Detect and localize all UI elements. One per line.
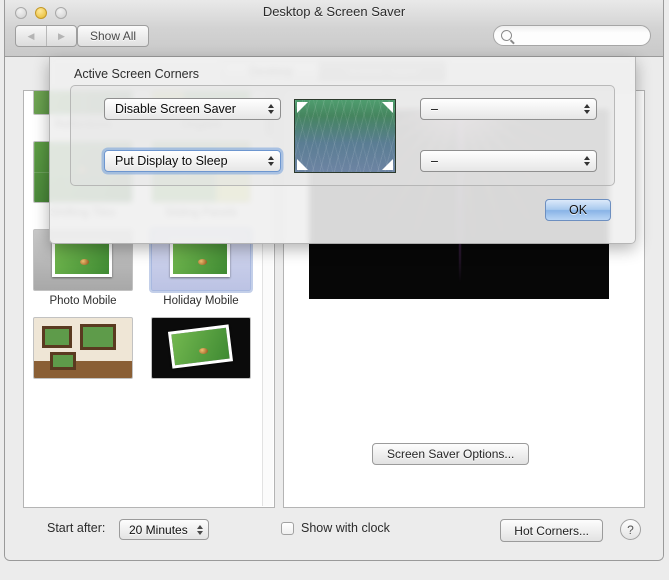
start-after-value: 20 Minutes <box>129 522 188 537</box>
screen-saver-thumbnail <box>151 317 251 379</box>
page-title: Desktop & Screen Saver <box>262 4 406 19</box>
list-item[interactable] <box>142 311 260 387</box>
list-item[interactable] <box>24 311 142 387</box>
ladybug-icon <box>198 258 208 265</box>
screen-saver-thumbnail <box>33 317 133 379</box>
stepper-arrows-icon <box>584 104 590 114</box>
corner-popup-bottom-right-value: – <box>431 154 438 168</box>
stepper-arrows-icon <box>268 104 274 114</box>
wall-picture <box>50 352 76 370</box>
wall-picture <box>42 326 72 348</box>
corner-popup-bottom-right[interactable]: – <box>420 150 597 172</box>
wall-picture <box>80 324 116 350</box>
start-after-label: Start after: <box>47 521 106 535</box>
show-with-clock-checkbox[interactable] <box>281 521 294 535</box>
show-with-clock-row[interactable]: Show with clock <box>281 521 390 535</box>
photo-stack <box>167 324 233 369</box>
corner-marker-bottom-right-icon <box>382 159 393 170</box>
search-icon <box>501 30 512 41</box>
show-all-button[interactable]: Show All <box>77 25 150 47</box>
navigation-buttons: ◀ ▶ <box>15 25 77 47</box>
ladybug-icon <box>80 258 90 265</box>
corner-popup-top-right[interactable]: – <box>420 98 597 120</box>
list-item-label: Photo Mobile <box>49 295 117 307</box>
active-screen-corners-sheet: Active Screen Corners Disable Screen Sav… <box>49 57 636 244</box>
sheet-title: Active Screen Corners <box>74 67 200 81</box>
screen-saver-options-button[interactable]: Screen Saver Options... <box>372 443 530 465</box>
corner-marker-bottom-left-icon <box>297 159 308 170</box>
window-titlebar: Desktop & Screen Saver ◀ ▶ Show All <box>5 0 663 57</box>
search-input[interactable] <box>517 28 637 43</box>
stepper-arrows-icon <box>196 524 203 535</box>
corner-marker-top-right-icon <box>382 102 393 113</box>
stepper-arrows-icon <box>584 156 590 166</box>
stepper-arrows-icon <box>268 156 274 166</box>
screen-corner-preview <box>294 99 396 173</box>
back-button[interactable]: ◀ <box>16 26 46 46</box>
ladybug-icon <box>199 348 209 354</box>
corner-popup-bottom-left[interactable]: Put Display to Sleep <box>104 150 281 172</box>
forward-button[interactable]: ▶ <box>46 26 76 46</box>
system-preferences-window: Desktop & Screen Saver ◀ ▶ Show All Desk… <box>4 0 664 561</box>
help-button[interactable]: ? <box>620 519 641 540</box>
show-with-clock-label: Show with clock <box>301 521 390 535</box>
corner-popup-bottom-left-value: Put Display to Sleep <box>115 154 228 168</box>
hot-corners-button[interactable]: Hot Corners... <box>500 519 603 542</box>
bottom-bar: Start after: 20 Minutes Show with clock … <box>23 508 645 552</box>
corner-popup-top-right-value: – <box>431 102 438 116</box>
corner-popup-top-left[interactable]: Disable Screen Saver <box>104 98 281 120</box>
corner-popup-top-left-value: Disable Screen Saver <box>115 102 236 116</box>
start-after-popup[interactable]: 20 Minutes <box>119 519 209 540</box>
corner-marker-top-left-icon <box>297 102 308 113</box>
ok-button[interactable]: OK <box>545 199 611 221</box>
search-field[interactable] <box>493 25 651 46</box>
list-item-label: Holiday Mobile <box>163 295 239 307</box>
